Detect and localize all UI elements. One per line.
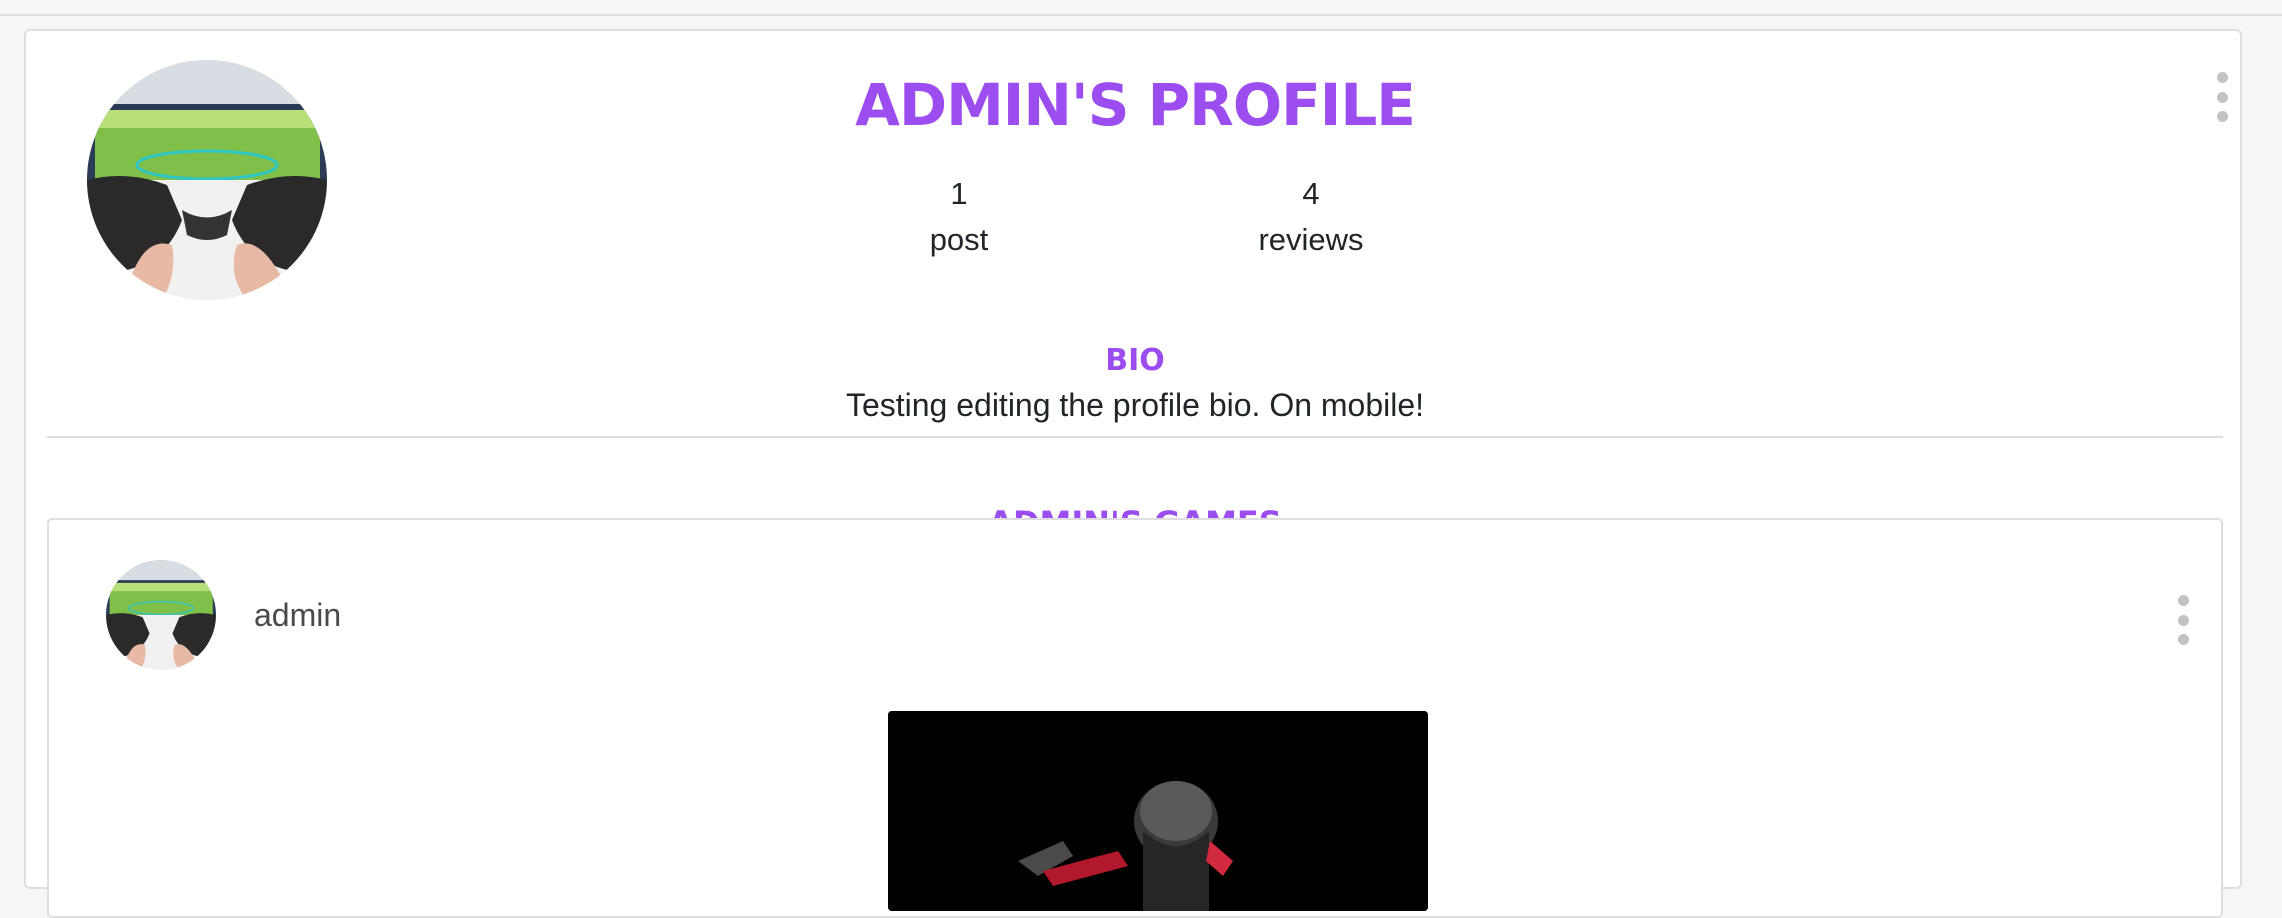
stat-reviews-label: reviews — [1258, 222, 1364, 257]
stat-posts-count: 1 — [950, 176, 968, 211]
post-card: admin — [47, 518, 2223, 918]
post-author-name[interactable]: admin — [254, 597, 341, 634]
post-game-image[interactable] — [888, 711, 1428, 911]
profile-card: ADMIN'S PROFILE 1 post 4 reviews BIO Tes… — [24, 29, 2242, 918]
stat-posts: 1 post — [859, 171, 1059, 263]
page-title: ADMIN'S PROFILE — [855, 71, 1416, 139]
section-divider — [47, 436, 2223, 438]
post-author-avatar-image — [106, 560, 216, 670]
top-border — [0, 0, 2282, 16]
bio-text: Testing editing the profile bio. On mobi… — [845, 387, 1425, 423]
post-author-avatar[interactable] — [106, 560, 216, 670]
post-menu-icon[interactable] — [2176, 595, 2190, 645]
stat-posts-label: post — [929, 222, 989, 257]
bio-heading: BIO — [1105, 343, 1165, 378]
post-game-image-art — [888, 711, 1428, 911]
stat-reviews-count: 4 — [1302, 176, 1320, 211]
stat-reviews: 4 reviews — [1211, 171, 1411, 263]
